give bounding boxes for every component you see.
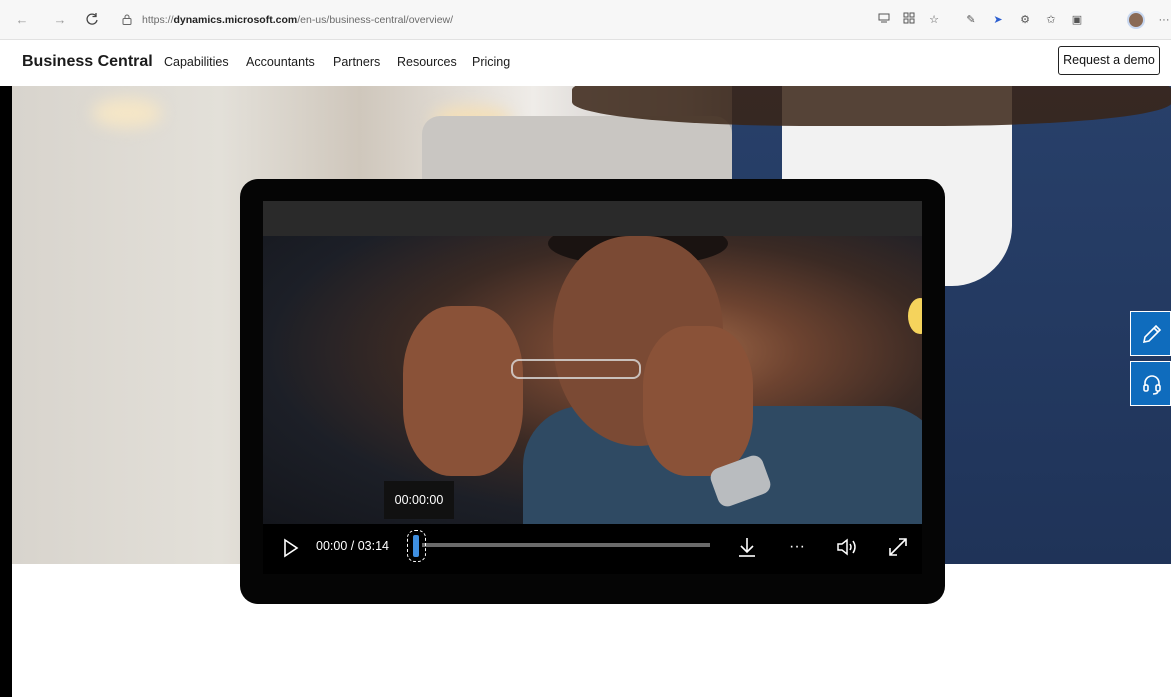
copilot-icon[interactable]: ➤ xyxy=(990,12,1006,28)
nav-pricing[interactable]: Pricing xyxy=(472,55,510,69)
back-icon[interactable]: ← xyxy=(14,12,30,28)
collections-icon[interactable]: ▣ xyxy=(1069,12,1085,28)
contact-support-button[interactable] xyxy=(1130,361,1171,406)
extension-icon[interactable]: ✎ xyxy=(963,12,979,28)
url-text: https://dynamics.microsoft.com/en-us/bus… xyxy=(142,14,454,26)
more-options-icon[interactable]: ··· xyxy=(786,536,808,558)
profile-avatar[interactable] xyxy=(1127,11,1145,29)
nav-accountants[interactable]: Accountants xyxy=(246,55,315,69)
video-letterbox xyxy=(263,201,922,236)
apps-icon[interactable] xyxy=(901,12,917,28)
headset-icon xyxy=(1143,375,1161,395)
play-button[interactable] xyxy=(283,538,299,558)
nav-resources[interactable]: Resources xyxy=(397,55,457,69)
lock-icon xyxy=(122,14,132,25)
brand-title[interactable]: Business Central xyxy=(22,53,153,71)
browser-toolbar: ← → https://dynamics.microsoft.com/en-us… xyxy=(0,0,1171,40)
feedback-button[interactable] xyxy=(1130,311,1171,356)
settings-icon[interactable]: ⚙ xyxy=(1017,12,1033,28)
refresh-icon[interactable] xyxy=(84,12,100,28)
seek-bar[interactable] xyxy=(422,543,710,547)
seek-thumb[interactable] xyxy=(413,535,419,557)
nav-capabilities[interactable]: Capabilities xyxy=(164,55,229,69)
nav-partners[interactable]: Partners xyxy=(333,55,380,69)
read-aloud-icon[interactable] xyxy=(876,12,892,28)
favorites-icon[interactable]: ✩ xyxy=(1043,12,1059,28)
pencil-icon xyxy=(1142,324,1162,344)
volume-icon[interactable] xyxy=(836,536,858,558)
favorite-add-icon[interactable]: ☆ xyxy=(926,12,942,28)
more-icon[interactable]: ··· xyxy=(1156,12,1171,28)
forward-icon[interactable]: → xyxy=(52,12,68,28)
download-icon[interactable] xyxy=(736,536,758,558)
time-display: 00:00 / 03:14 xyxy=(316,539,389,553)
site-header: Business Central Capabilities Accountant… xyxy=(0,40,1171,86)
address-bar[interactable]: https://dynamics.microsoft.com/en-us/bus… xyxy=(118,9,858,31)
video-frame[interactable] xyxy=(263,236,922,524)
seek-tooltip: 00:00:00 xyxy=(384,481,454,519)
fullscreen-icon[interactable] xyxy=(887,536,909,558)
request-demo-button[interactable]: Request a demo xyxy=(1058,46,1160,75)
